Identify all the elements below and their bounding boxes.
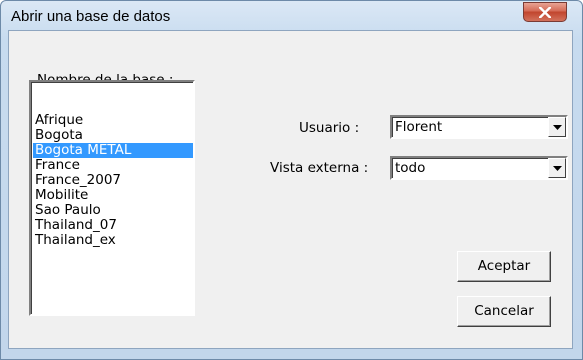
database-list-item[interactable]: France_2007	[33, 173, 193, 188]
user-combobox[interactable]: Florent	[390, 115, 568, 139]
external-view-combobox[interactable]: todo	[390, 156, 568, 180]
external-view-dropdown-button[interactable]	[548, 158, 566, 178]
database-list-item[interactable]: Mobilite	[33, 188, 193, 203]
database-list-item[interactable]: Thailand_ex	[33, 233, 193, 248]
chevron-down-icon	[553, 166, 562, 171]
user-dropdown-button[interactable]	[548, 117, 566, 137]
user-label: Usuario :	[299, 120, 360, 136]
window-title: Abrir una base de datos	[11, 8, 171, 25]
database-list-item[interactable]: Afrique	[33, 113, 193, 128]
database-list-item[interactable]: Sao Paulo	[33, 203, 193, 218]
user-value: Florent	[395, 119, 443, 135]
database-list-item[interactable]: Bogota	[33, 128, 193, 143]
database-list-item[interactable]: France	[33, 158, 193, 173]
external-view-value: todo	[395, 160, 426, 176]
cancel-button[interactable]: Cancelar	[457, 296, 551, 327]
title-bar[interactable]: Abrir una base de datos	[1, 1, 582, 31]
database-list-item[interactable]: Bogota METAL	[33, 143, 193, 158]
close-icon	[539, 7, 551, 18]
database-list-item[interactable]: Thailand_07	[33, 218, 193, 233]
database-listbox[interactable]: Afrique Bogota Bogota METAL France France_20…	[29, 80, 195, 316]
chevron-down-icon	[553, 125, 562, 130]
close-button[interactable]	[523, 2, 567, 22]
external-view-label: Vista externa :	[270, 160, 369, 176]
accept-button[interactable]: Aceptar	[457, 251, 551, 282]
